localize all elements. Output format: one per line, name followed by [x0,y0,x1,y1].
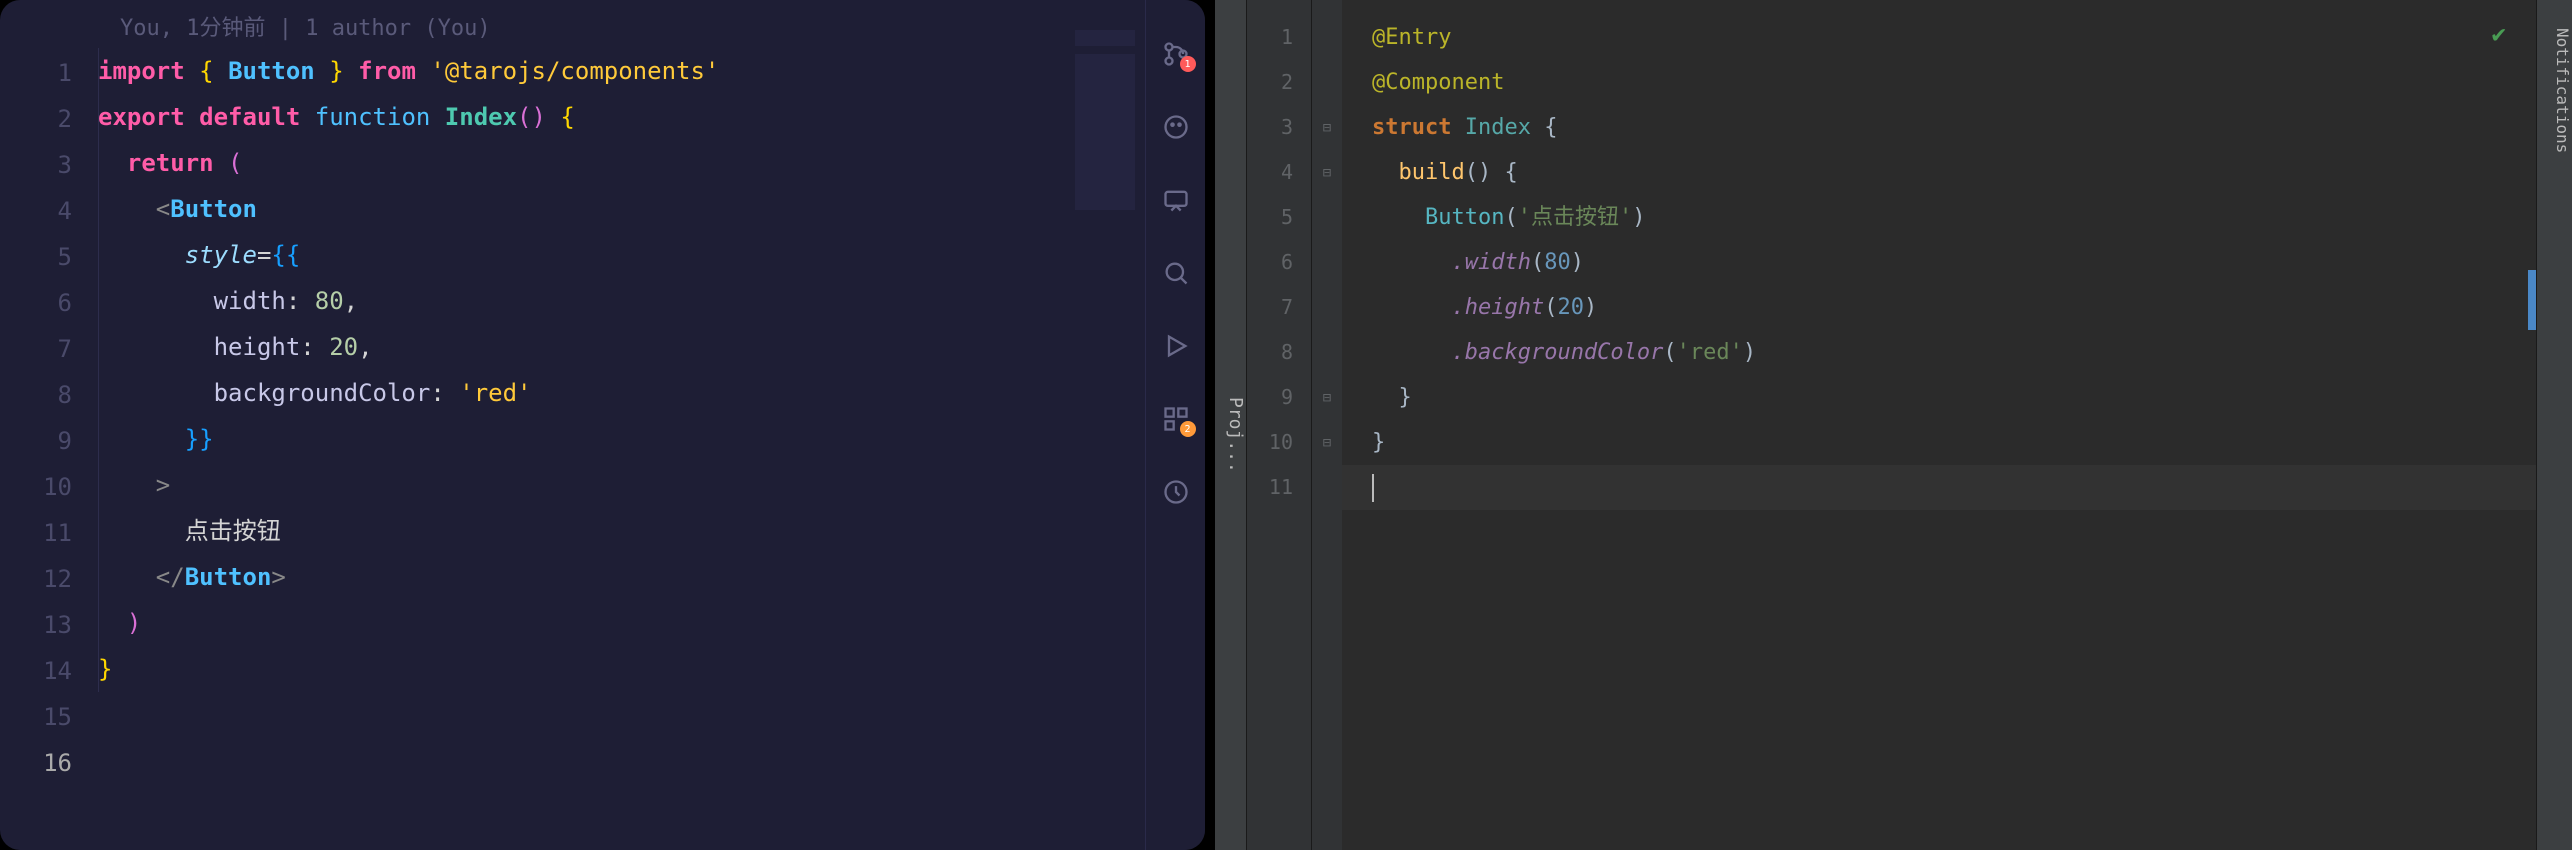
project-label: Proj... [1225,397,1246,473]
line-number[interactable]: 6 [1247,240,1311,285]
run-icon[interactable] [1162,332,1190,360]
line-number[interactable]: 7 [1247,285,1311,330]
line-number[interactable]: 4 [1247,150,1311,195]
line-number[interactable]: 3 [1247,105,1311,150]
fold-toggle[interactable]: ⊟ [1312,105,1342,150]
fold-end[interactable]: ⊟ [1312,420,1342,465]
line-number[interactable]: 12 [0,556,90,602]
line-number[interactable]: 8 [0,372,90,418]
line-number[interactable]: 5 [0,234,90,280]
line-number[interactable]: 7 [0,326,90,372]
right-toolbar: 1 2 [1145,0,1205,850]
code-editor-right[interactable]: ✔ @Entry @Component struct Index { build… [1342,0,2536,850]
editor-left-pane: 1 2 3 4 5 6 7 8 9 10 11 12 13 14 15 16 Y… [0,0,1205,850]
line-gutter-left: 1 2 3 4 5 6 7 8 9 10 11 12 13 14 15 16 [0,0,90,850]
line-number[interactable]: 4 [0,188,90,234]
minimap-content [1075,30,1135,230]
extensions-icon[interactable]: 2 [1162,405,1190,433]
line-number[interactable]: 13 [0,602,90,648]
badge-count: 2 [1180,421,1196,437]
fold-gutter: ⊟ ⊟ ⊟ ⊟ [1312,0,1342,850]
line-number[interactable]: 3 [0,142,90,188]
line-number[interactable]: 14 [0,648,90,694]
line-number[interactable]: 11 [1247,465,1311,510]
keyword-import: import [98,57,185,85]
history-icon[interactable] [1162,478,1190,506]
line-number[interactable]: 2 [1247,60,1311,105]
source-control-icon[interactable]: 1 [1162,40,1190,68]
fold-end[interactable]: ⊟ [1312,375,1342,420]
line-number[interactable]: 2 [0,96,90,142]
line-number[interactable]: 9 [1247,375,1311,420]
right-tool-rail: Notifications ◉ Previewer [2536,0,2572,850]
project-tool-tab[interactable]: Proj... [1215,0,1247,850]
line-number[interactable]: 10 [0,464,90,510]
search-icon[interactable] [1162,259,1190,287]
line-number[interactable]: 9 [0,418,90,464]
line-number[interactable]: 15 [0,694,90,740]
error-stripe-marker[interactable] [2528,270,2536,330]
line-number[interactable]: 10 [1247,420,1311,465]
editor-right-pane: Proj... 1 2 3 4 5 6 7 8 9 10 11 ⊟ ⊟ ⊟ ⊟ … [1215,0,2572,850]
line-number[interactable]: 16 [0,740,90,786]
assistant-icon[interactable] [1162,113,1190,141]
minimap[interactable] [1065,0,1145,850]
line-gutter-right: 1 2 3 4 5 6 7 8 9 10 11 [1247,0,1312,850]
line-number[interactable]: 8 [1247,330,1311,375]
line-number[interactable]: 6 [0,280,90,326]
git-blame-annotation[interactable]: You, 1分钟前 | 1 author (You) [90,10,1065,48]
badge-count: 1 [1180,56,1196,72]
button-text: 点击按钮 [185,517,281,545]
fold-toggle[interactable]: ⊟ [1312,150,1342,195]
text-caret [1372,474,1374,502]
line-number[interactable]: 11 [0,510,90,556]
notifications-tab[interactable]: Notifications [2553,20,2572,850]
line-number[interactable]: 5 [1247,195,1311,240]
chat-icon[interactable] [1162,186,1190,214]
line-number[interactable]: 1 [0,50,90,96]
code-editor-left[interactable]: You, 1分钟前 | 1 author (You) import { Butt… [90,0,1065,850]
line-number[interactable]: 1 [1247,15,1311,60]
